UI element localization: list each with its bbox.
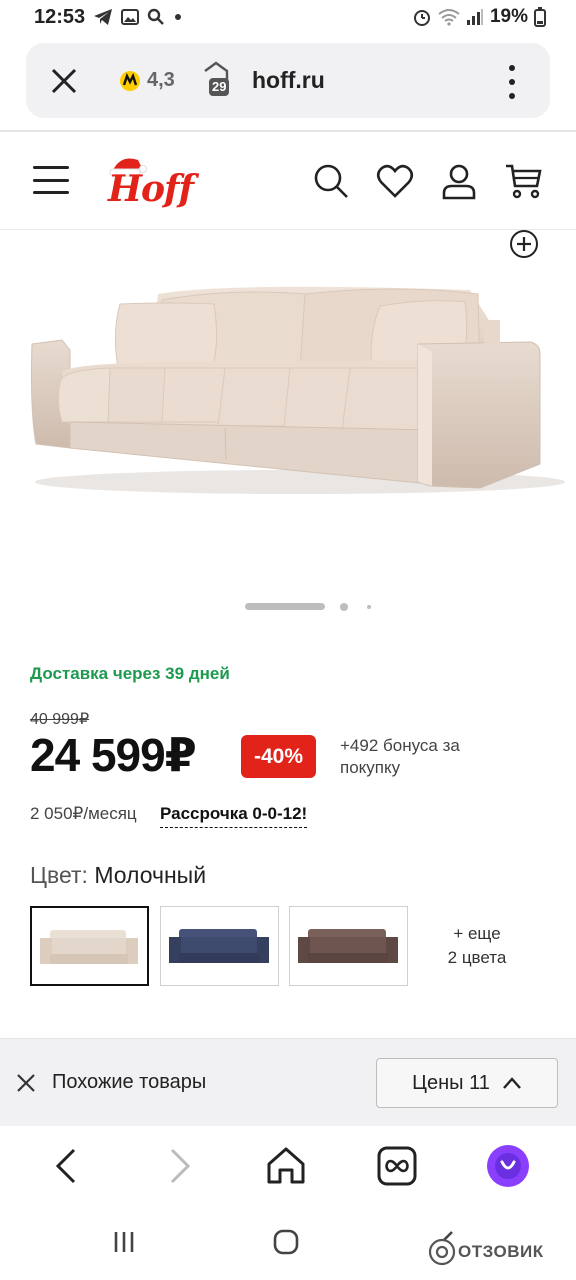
cart-icon[interactable]	[505, 162, 543, 200]
alice-assistant-icon[interactable]	[486, 1144, 530, 1188]
home-button-icon[interactable]	[272, 1228, 300, 1256]
color-prefix: Цвет:	[30, 862, 88, 888]
telegram-icon	[94, 9, 112, 25]
gallery-icon	[121, 9, 139, 25]
current-price: 24 599₽	[30, 729, 197, 781]
heart-icon[interactable]	[376, 162, 414, 200]
chevron-up-icon	[502, 1077, 521, 1089]
home-icon[interactable]	[264, 1144, 308, 1188]
search-status-icon	[147, 8, 164, 25]
watermark-text: ОТЗОВИК	[458, 1242, 544, 1261]
installment-link[interactable]: Рассрочка 0-0-12!	[160, 804, 308, 828]
recent-apps-icon[interactable]	[112, 1230, 136, 1254]
close-icon[interactable]	[50, 67, 78, 95]
forward-arrow-icon[interactable]	[156, 1144, 200, 1188]
status-notification-icons	[93, 8, 183, 26]
carousel-dot[interactable]	[367, 605, 371, 609]
delivery-info: Доставка через 39 дней	[30, 664, 230, 683]
bonus-text: +492 бонуса за покупку	[340, 736, 460, 777]
dot-icon	[175, 14, 181, 20]
sofa-thumbnail	[40, 930, 138, 964]
status-time: 12:53	[34, 6, 86, 28]
more-colors-line1: + еще	[453, 924, 501, 943]
sofa-thumbnail	[298, 929, 398, 963]
carousel-dot[interactable]	[340, 603, 348, 611]
url-domain[interactable]: hoff.ru	[252, 67, 325, 94]
user-icon[interactable]	[440, 162, 478, 200]
browser-navigation-bar	[0, 1126, 576, 1206]
hamburger-menu-icon[interactable]	[33, 166, 69, 194]
logo-text: Hoff	[108, 168, 194, 210]
status-bar: 12:53 19%	[0, 0, 576, 36]
site-header: Hoff	[0, 130, 576, 230]
signal-icon	[466, 9, 483, 25]
product-image[interactable]	[0, 232, 576, 592]
security-count: 29	[209, 78, 230, 96]
battery-percent: 19%	[489, 6, 528, 27]
watermark-logo-icon	[428, 1238, 456, 1266]
site-rating[interactable]: 4,3	[119, 69, 175, 92]
rating-value: 4,3	[147, 69, 175, 91]
otzovik-watermark: ОТЗОВИК	[428, 1234, 570, 1270]
status-right: 19%	[412, 6, 546, 28]
more-colors-link[interactable]: + еще 2 цвета	[430, 922, 524, 970]
close-icon[interactable]	[16, 1073, 36, 1093]
similar-products-label[interactable]: Похожие товары	[52, 1071, 206, 1094]
protect-badge[interactable]: 29	[202, 61, 238, 101]
browser-url-bar[interactable]: 4,3 29 hoff.ru	[26, 43, 550, 118]
zoom-plus-icon[interactable]	[508, 228, 540, 260]
menu-icon[interactable]	[508, 65, 516, 99]
prices-button-label: Цены 11	[412, 1071, 490, 1094]
color-label: Цвет: Молочный	[30, 862, 206, 889]
tabs-icon[interactable]	[375, 1144, 419, 1188]
sofa-image	[31, 286, 565, 494]
hoff-logo[interactable]: Hoff	[106, 154, 194, 210]
color-value: Молочный	[94, 862, 207, 888]
old-price: 40 999₽	[30, 711, 90, 728]
more-colors-line2: 2 цвета	[447, 948, 507, 967]
discount-badge: -40%	[241, 735, 316, 778]
wifi-icon	[438, 9, 460, 26]
sofa-thumbnail	[169, 929, 269, 963]
color-swatch-blue[interactable]	[160, 906, 279, 986]
carousel-dot-active[interactable]	[245, 603, 325, 610]
back-arrow-icon[interactable]	[46, 1144, 90, 1188]
market-rating-icon	[120, 70, 140, 91]
alarm-icon	[413, 10, 430, 26]
installment-monthly: 2 050₽/месяц	[30, 804, 137, 823]
color-swatch-brown[interactable]	[289, 906, 408, 986]
prices-button[interactable]: Цены 11	[376, 1058, 558, 1108]
battery-icon	[534, 7, 546, 27]
similar-products-bar: Похожие товары Цены 11	[0, 1038, 576, 1126]
search-icon[interactable]	[312, 162, 350, 200]
carousel-indicator[interactable]	[0, 602, 576, 612]
color-swatch-milk[interactable]	[30, 906, 149, 986]
